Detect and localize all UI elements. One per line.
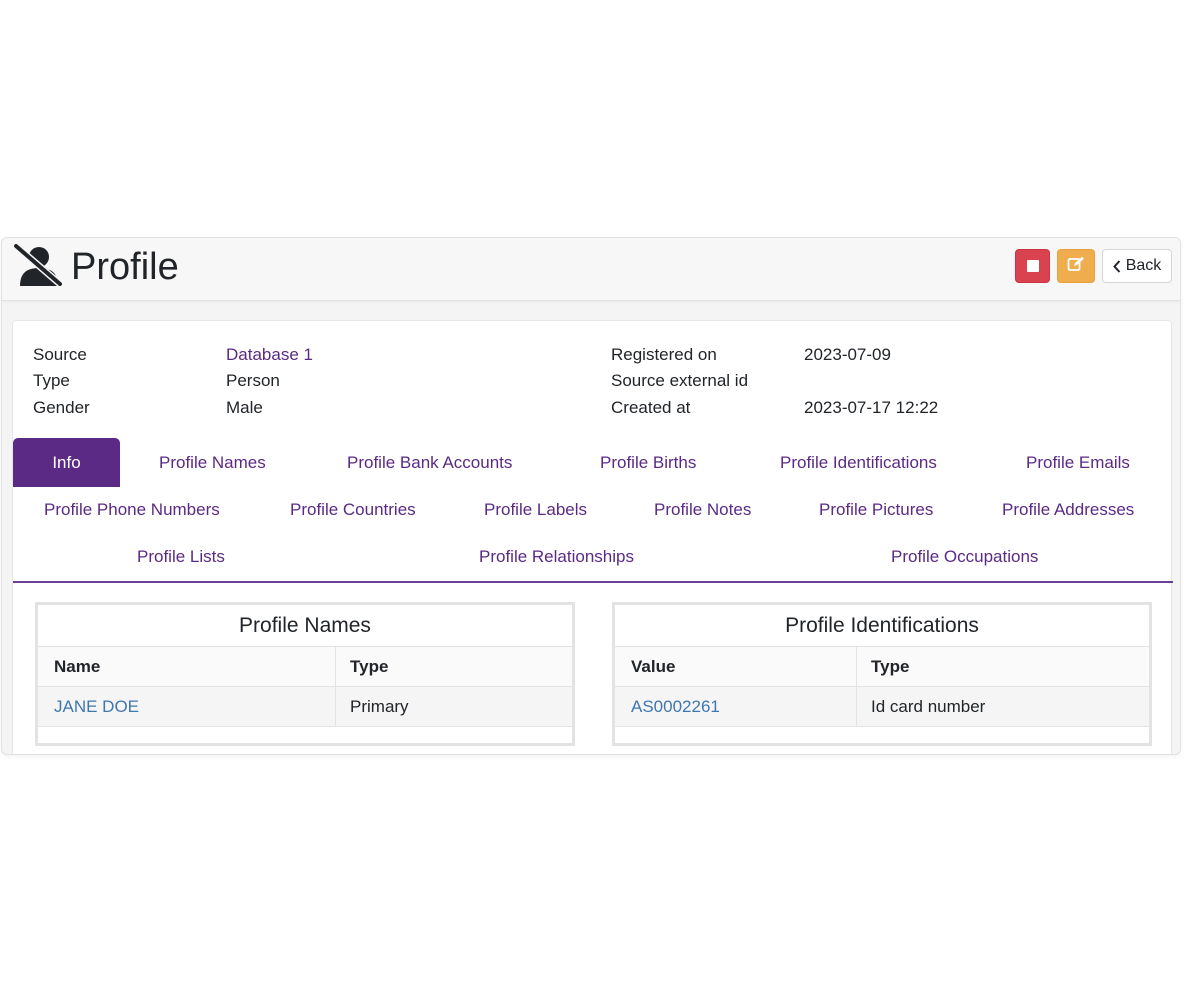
table-cell: Id card number: [871, 696, 986, 716]
tab-profile-addresses[interactable]: Profile Addresses: [1002, 500, 1134, 520]
info-label-type: Type: [33, 371, 70, 390]
info-value-type: Person: [226, 371, 280, 390]
info-label-created: Created at: [611, 398, 691, 417]
tab-profile-phone-numbers[interactable]: Profile Phone Numbers: [44, 500, 220, 520]
back-label: Back: [1125, 257, 1162, 274]
tab-profile-pictures[interactable]: Profile Pictures: [819, 500, 933, 520]
tab-profile-occupations[interactable]: Profile Occupations: [891, 547, 1038, 567]
edit-icon: [1067, 256, 1085, 277]
info-label-external-id: Source external id: [611, 371, 749, 390]
profile-names-panel: Profile Names Name Type JANE DOE Primary: [35, 602, 575, 746]
profile-card: Profile Back Source Database 1 Type Pers…: [1, 237, 1181, 755]
profile-content: Source Database 1 Type Person Gender Mal…: [12, 320, 1173, 754]
tab-profile-bank-accounts[interactable]: Profile Bank Accounts: [347, 453, 512, 473]
info-label-registered: Registered on: [611, 345, 717, 364]
stop-button[interactable]: [1015, 249, 1050, 283]
tab-profile-notes[interactable]: Profile Notes: [654, 500, 751, 520]
name-link[interactable]: JANE DOE: [54, 687, 139, 726]
column-header: Type: [871, 656, 910, 676]
column-header: Name: [54, 656, 101, 676]
back-button[interactable]: Back: [1102, 249, 1172, 283]
tab-info[interactable]: Info: [13, 438, 120, 487]
info-label-gender: Gender: [33, 398, 90, 417]
column-header: Type: [350, 656, 389, 676]
page-title: Profile: [71, 246, 179, 288]
tab-profile-names[interactable]: Profile Names: [159, 453, 266, 473]
info-label-source: Source: [33, 345, 87, 364]
table-row: JANE DOE Primary: [38, 687, 572, 727]
info-value-gender: Male: [226, 398, 263, 417]
tab-profile-countries[interactable]: Profile Countries: [290, 500, 416, 520]
table-row: AS0002261 Id card number: [615, 687, 1149, 727]
column-header: Value: [631, 656, 676, 676]
table-header: Value Type: [615, 647, 1149, 687]
edit-button[interactable]: [1057, 249, 1095, 283]
tab-profile-relationships[interactable]: Profile Relationships: [479, 547, 634, 567]
tab-profile-lists[interactable]: Profile Lists: [137, 547, 225, 567]
tab-profile-births[interactable]: Profile Births: [600, 453, 696, 473]
profile-identifications-panel: Profile Identifications Value Type AS000…: [612, 602, 1152, 746]
tab-profile-emails[interactable]: Profile Emails: [1026, 453, 1130, 473]
panel-title: Profile Identifications: [615, 605, 1149, 647]
table-cell: Primary: [350, 696, 409, 716]
card-header: Profile Back: [2, 238, 1180, 301]
panel-title: Profile Names: [38, 605, 572, 647]
tab-profile-labels[interactable]: Profile Labels: [484, 500, 587, 520]
tab-profile-identifications[interactable]: Profile Identifications: [780, 453, 937, 473]
table-header: Name Type: [38, 647, 572, 687]
chevron-left-icon: [1112, 259, 1120, 273]
info-value-registered: 2023-07-09: [804, 345, 891, 364]
user-slash-icon: [12, 242, 64, 288]
info-value-created: 2023-07-17 12:22: [804, 398, 939, 417]
stop-icon: [1026, 260, 1039, 272]
profile-tabs: Info Profile Names Profile Bank Accounts…: [13, 438, 1173, 583]
identification-link[interactable]: AS0002261: [631, 687, 720, 726]
source-link[interactable]: Database 1: [226, 345, 313, 365]
